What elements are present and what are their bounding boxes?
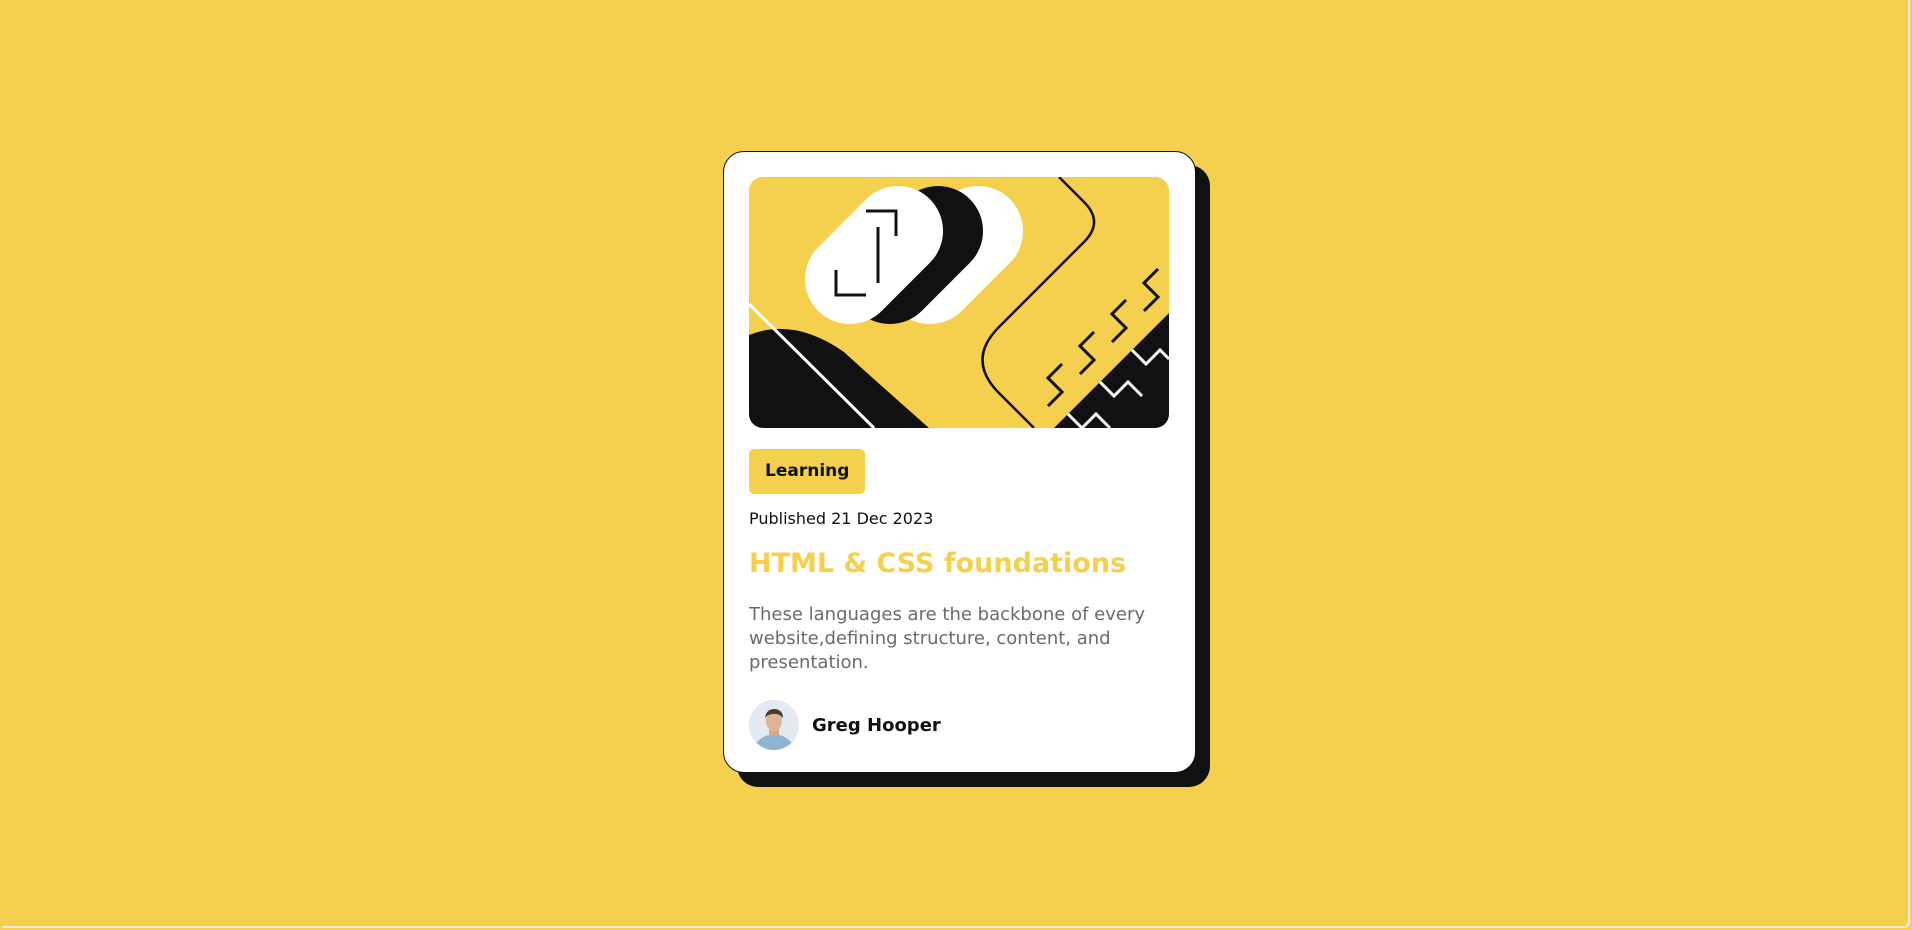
code-illustration-icon [749, 177, 1169, 428]
blog-preview-card[interactable]: Learning Published 21 Dec 2023 HTML & CS… [723, 151, 1196, 773]
category-tag: Learning [749, 449, 866, 494]
author-info: Greg Hooper [749, 700, 941, 750]
author-name: Greg Hooper [812, 714, 941, 736]
published-date: Published 21 Dec 2023 [749, 509, 934, 528]
card-title[interactable]: HTML & CSS foundations [749, 548, 1126, 579]
author-avatar-icon [749, 700, 799, 750]
card-illustration [749, 177, 1169, 428]
card-description: These languages are the backbone of ever… [749, 604, 1145, 673]
page-background: Learning Published 21 Dec 2023 HTML & CS… [2, 0, 1910, 928]
